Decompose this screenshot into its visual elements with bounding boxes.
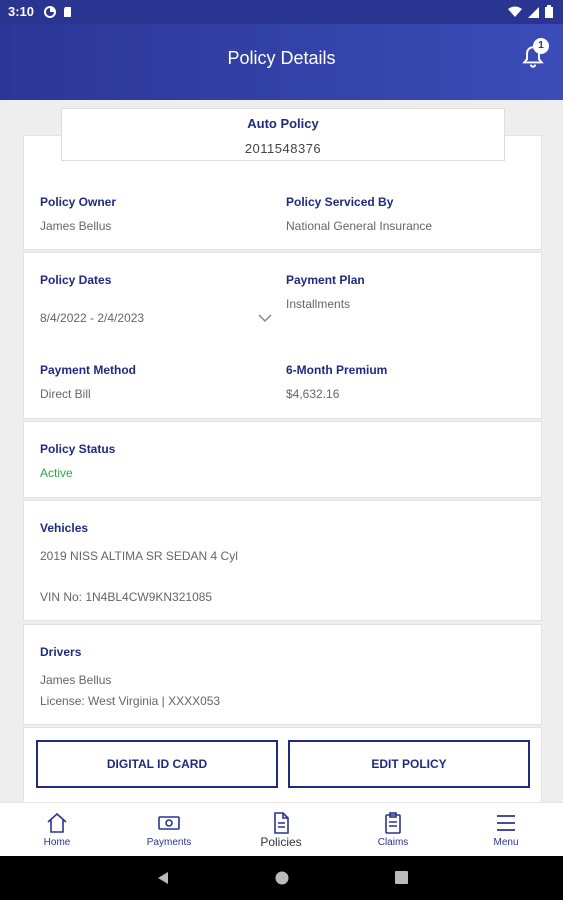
policy-header-tab: Auto Policy 2011548376 xyxy=(61,108,505,161)
data-saver-icon xyxy=(44,6,56,18)
sd-card-icon xyxy=(64,7,71,17)
digital-id-card-button[interactable]: DIGITAL ID CARD xyxy=(36,740,278,788)
method-value: Direct Bill xyxy=(40,387,91,401)
nav-menu[interactable]: Menu xyxy=(466,803,546,857)
hamburger-menu-icon xyxy=(497,815,515,831)
method-label: Payment Method xyxy=(40,363,137,377)
page-title: Policy Details xyxy=(227,48,336,68)
vehicles-label: Vehicles xyxy=(40,521,89,535)
policy-content: Policy Owner James Bellus Policy Service… xyxy=(0,100,563,802)
plan-value: Installments xyxy=(286,297,351,311)
system-nav-bar xyxy=(0,856,563,900)
recents-icon[interactable] xyxy=(395,871,408,884)
app-header: Policy Details 1 xyxy=(0,24,563,100)
serviced-label: Policy Serviced By xyxy=(286,195,394,209)
owner-value: James Bellus xyxy=(40,219,112,233)
status-bar: 3:10 xyxy=(0,0,563,24)
nav-payments[interactable]: Payments xyxy=(129,803,209,857)
edit-policy-button[interactable]: EDIT POLICY xyxy=(288,740,530,788)
status-card: Policy Status Active xyxy=(23,421,542,498)
nav-claims[interactable]: Claims xyxy=(353,803,433,857)
nav-payments-label: Payments xyxy=(146,837,192,848)
nav-home[interactable]: Home xyxy=(17,803,97,857)
serviced-value: National General Insurance xyxy=(286,219,433,233)
policy-type: Auto Policy xyxy=(247,116,319,131)
nav-policies-label: Policies xyxy=(260,835,302,849)
document-icon xyxy=(274,812,289,834)
status-label: Policy Status xyxy=(40,442,116,456)
dates-card: Policy Dates 8/4/2022 - 2/4/2023 Payment… xyxy=(23,252,542,419)
status-value: Active xyxy=(40,466,73,480)
back-icon[interactable] xyxy=(156,871,170,885)
vehicle-vin: VIN No: 1N4BL4CW9KN321085 xyxy=(40,590,213,604)
nav-claims-label: Claims xyxy=(377,837,409,848)
owner-label: Policy Owner xyxy=(40,195,117,209)
premium-label: 6-Month Premium xyxy=(286,363,388,377)
plan-label: Payment Plan xyxy=(286,273,365,287)
nav-menu-label: Menu xyxy=(493,837,519,848)
vehicle-description: 2019 NISS ALTIMA SR SEDAN 4 Cyl xyxy=(40,549,238,563)
drivers-card: Drivers James Bellus License: West Virgi… xyxy=(23,624,542,725)
dates-value[interactable]: 8/4/2022 - 2/4/2023 xyxy=(40,311,144,325)
nav-policies[interactable]: Policies xyxy=(241,803,321,857)
nav-home-label: Home xyxy=(43,837,71,848)
home-icon xyxy=(47,812,67,833)
status-time: 3:10 xyxy=(8,4,35,19)
money-icon xyxy=(158,816,180,830)
signal-icon xyxy=(528,6,539,18)
premium-value: $4,632.16 xyxy=(286,387,340,401)
vehicles-card: Vehicles 2019 NISS ALTIMA SR SEDAN 4 Cyl… xyxy=(23,500,542,621)
wifi-icon xyxy=(508,6,522,17)
clipboard-icon xyxy=(385,812,401,834)
policy-number: 2011548376 xyxy=(244,141,322,156)
dates-label: Policy Dates xyxy=(40,273,112,287)
battery-icon xyxy=(545,5,553,18)
driver-license: License: West Virginia | XXXX053 xyxy=(40,694,221,708)
home-circle-icon[interactable] xyxy=(275,871,289,885)
driver-name: James Bellus xyxy=(40,673,112,687)
bottom-nav: Home Payments Policies Claims Menu xyxy=(0,802,563,856)
drivers-label: Drivers xyxy=(40,645,82,659)
notification-badge: 1 xyxy=(533,38,549,54)
chevron-down-icon[interactable] xyxy=(258,313,272,323)
